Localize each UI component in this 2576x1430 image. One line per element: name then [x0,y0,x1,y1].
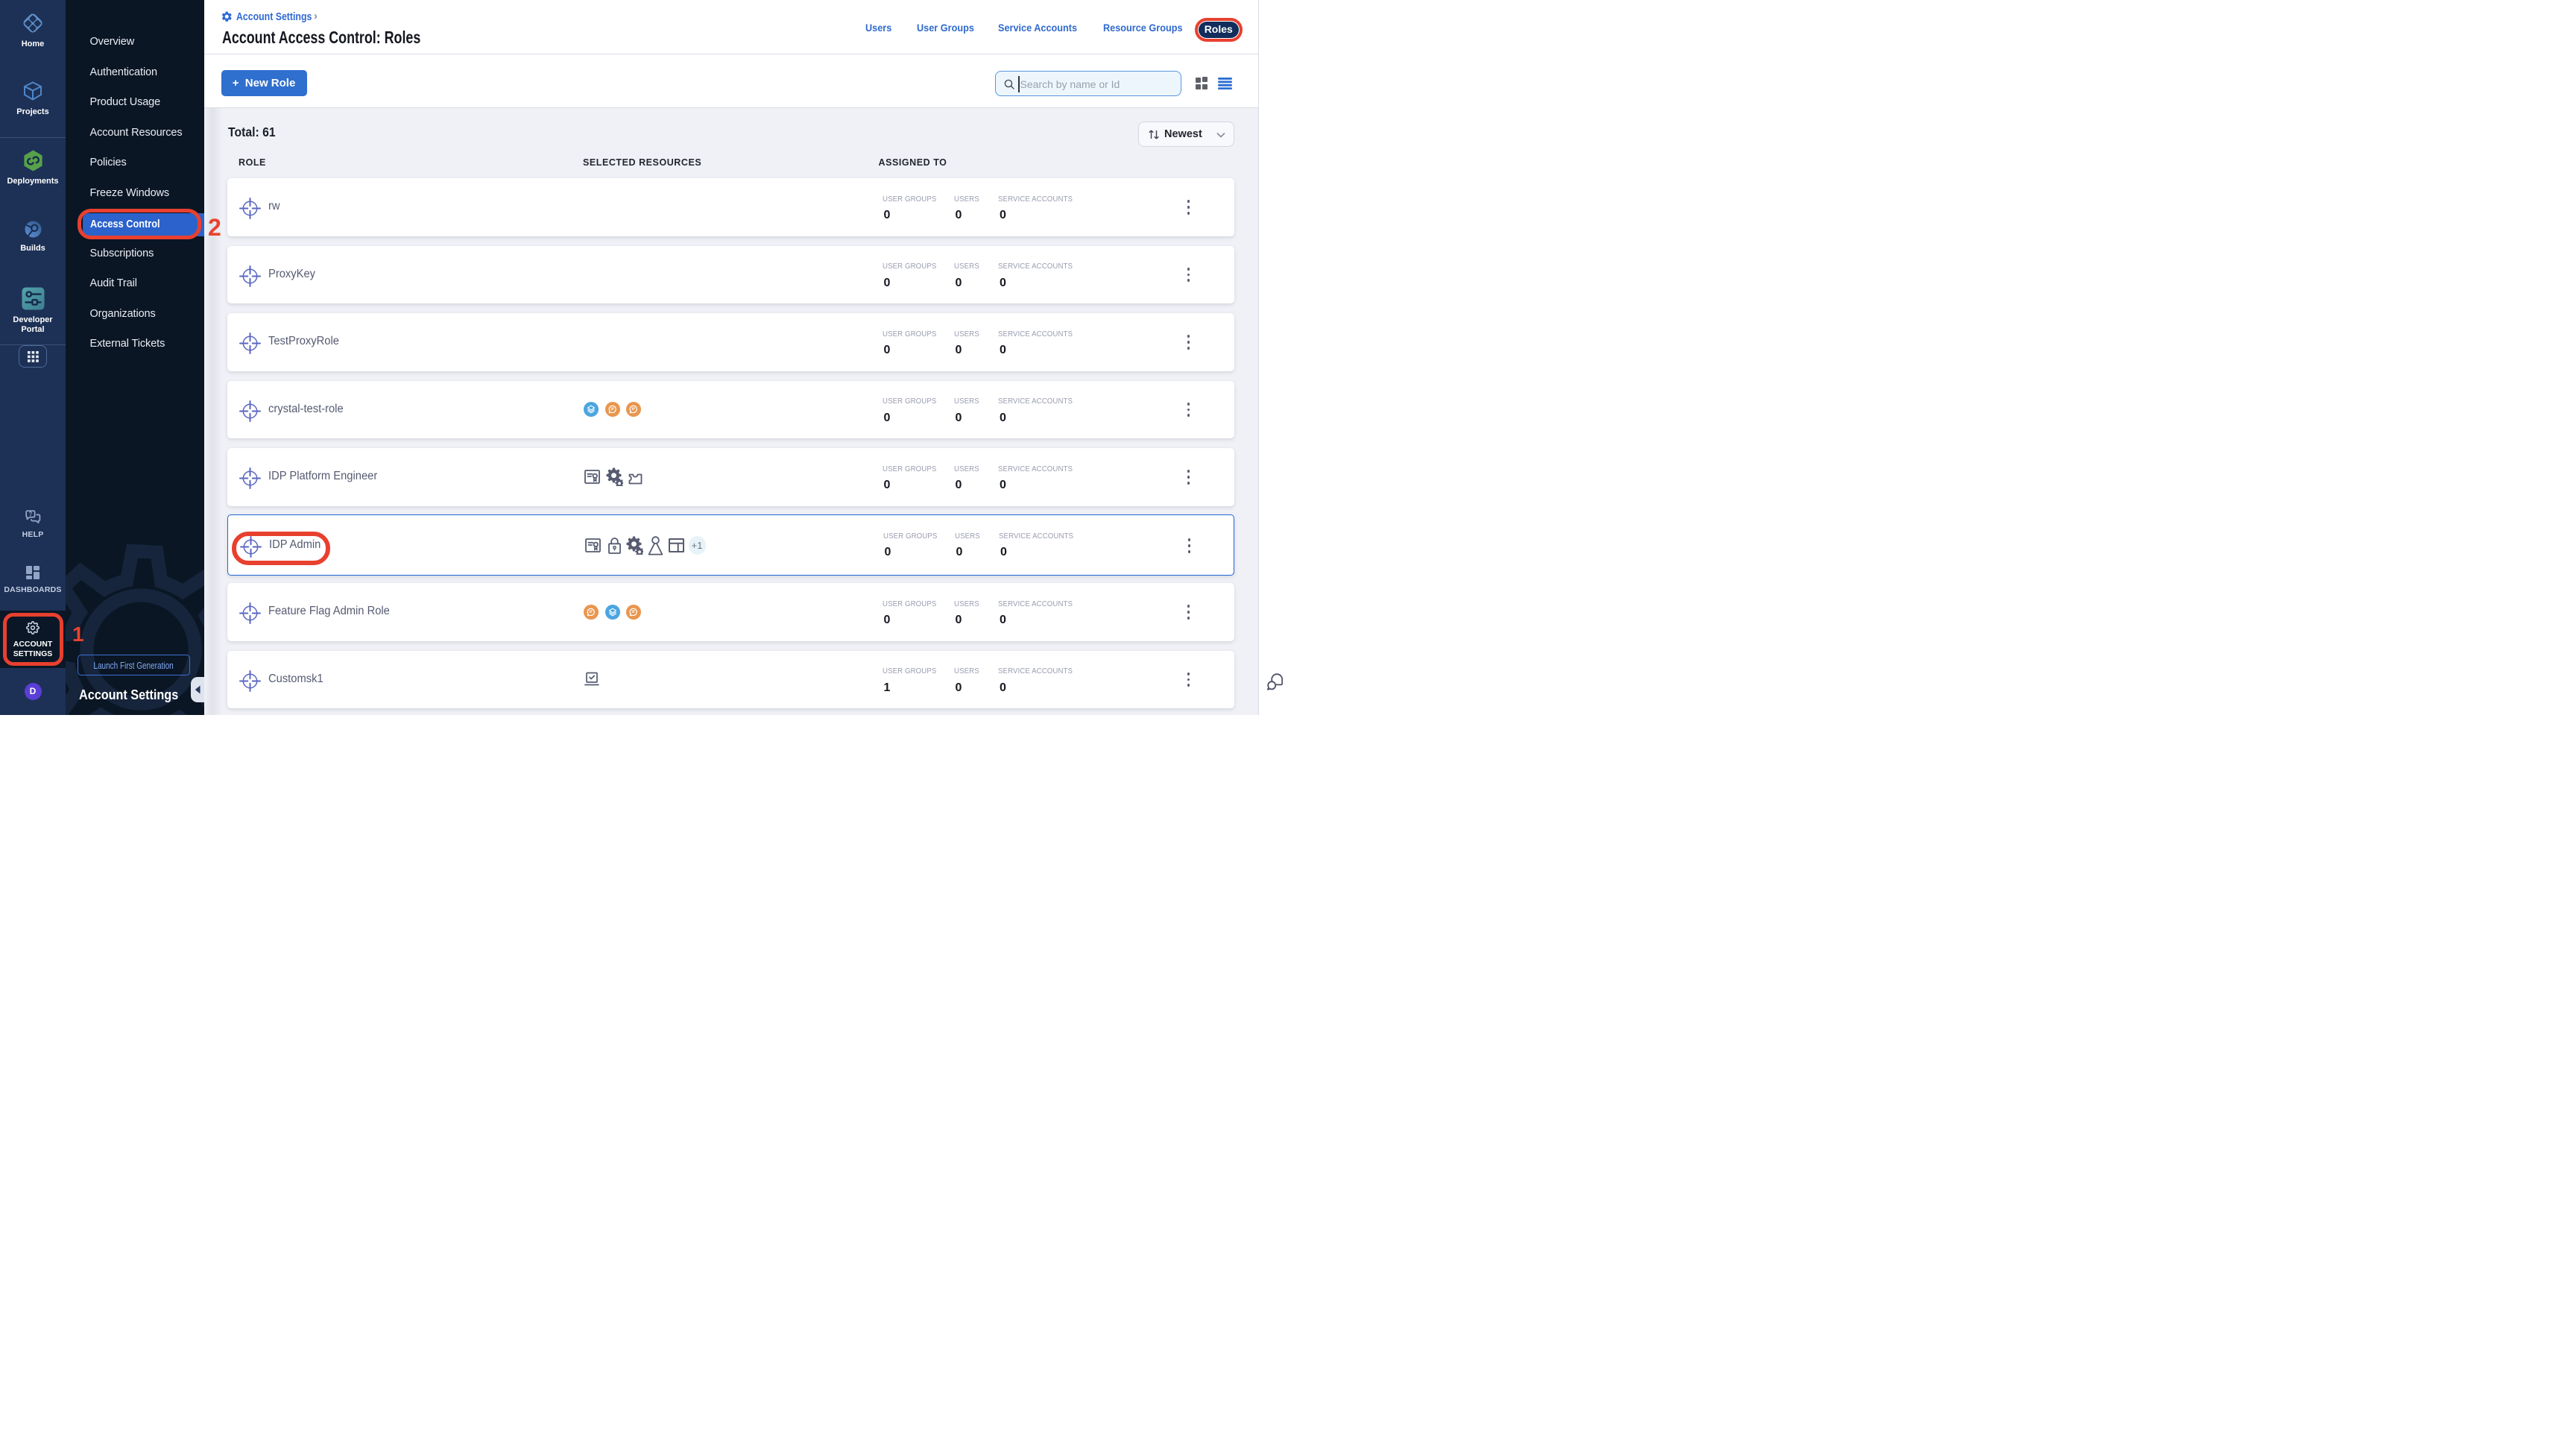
svg-text:?: ? [28,511,32,517]
